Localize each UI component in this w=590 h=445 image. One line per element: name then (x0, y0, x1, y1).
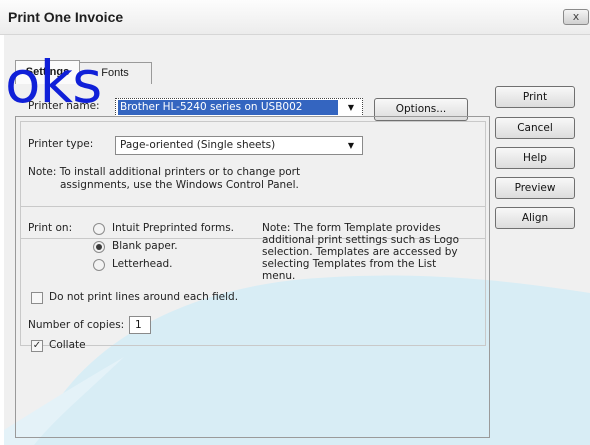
close-icon: x (572, 10, 580, 23)
settings-tab-panel (15, 116, 490, 438)
preview-button[interactable]: Preview (495, 177, 575, 199)
print-button[interactable]: Print (495, 86, 575, 108)
align-button[interactable]: Align (495, 207, 575, 229)
printer-name-value: Brother HL-5240 series on USB002 (118, 100, 338, 115)
overlay-text: oks (5, 48, 102, 116)
cancel-button[interactable]: Cancel (495, 117, 575, 139)
help-button[interactable]: Help (495, 147, 575, 169)
window-title: Print One Invoice (8, 9, 124, 25)
close-button[interactable]: x (563, 9, 589, 25)
chevron-down-icon: ▼ (347, 103, 355, 112)
printer-name-dropdown[interactable]: Brother HL-5240 series on USB002 ▼ (115, 98, 363, 117)
title-bar: Print One Invoice x (0, 0, 590, 35)
